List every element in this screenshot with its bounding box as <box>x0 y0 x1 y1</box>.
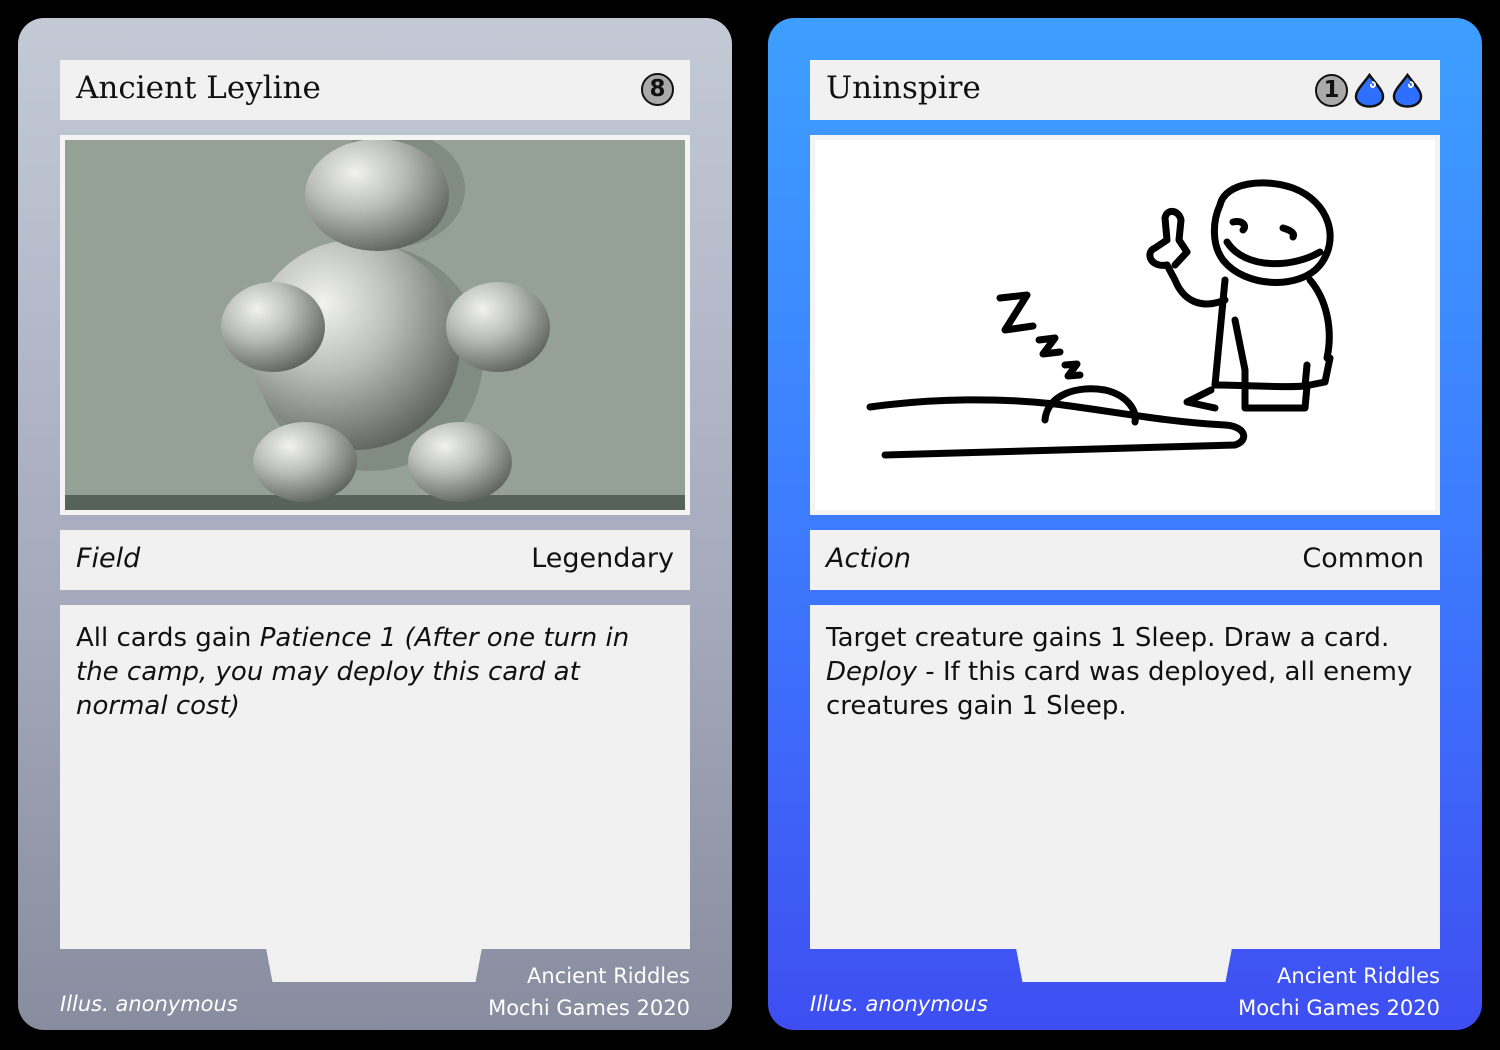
publisher: Mochi Games 2020 <box>488 996 690 1020</box>
card-type: Action <box>826 543 912 574</box>
set-info: Ancient Riddles Mochi Games 2020 <box>1238 960 1440 1024</box>
blob-creature-illustration <box>65 140 685 510</box>
water-drop-icon <box>1354 73 1385 108</box>
cost: 1 <box>1315 73 1424 108</box>
card-title: Uninspire <box>826 70 981 106</box>
publisher: Mochi Games 2020 <box>1238 996 1440 1020</box>
rules-text: Target creature gains 1 Sleep. Draw a ca… <box>826 621 1426 723</box>
cost: 8 <box>641 73 674 106</box>
rules-plain: All cards gain <box>76 623 260 653</box>
rules-text-box: All cards gain Patience 1 (After one tur… <box>60 605 690 949</box>
card-rarity: Common <box>1302 543 1424 574</box>
card-art <box>60 135 690 515</box>
set-name: Ancient Riddles <box>1277 964 1440 988</box>
type-bar: Action Common <box>810 530 1440 590</box>
card-frame: Uninspire 1 Action Common Target creatur… <box>768 18 1482 1030</box>
card-art <box>810 135 1440 515</box>
rules-text-box: Target creature gains 1 Sleep. Draw a ca… <box>810 605 1440 949</box>
rules-text: All cards gain Patience 1 (After one tur… <box>76 621 676 723</box>
card-uninspire[interactable]: Uninspire 1 Action Common Target creatur… <box>750 0 1500 1050</box>
text-box-tab <box>1016 948 1232 982</box>
card-type: Field <box>76 543 141 574</box>
text-box-tab <box>266 948 482 982</box>
title-bar: Uninspire 1 <box>810 60 1440 120</box>
card-frame: Ancient Leyline 8 Field Legendary All ca… <box>18 18 732 1030</box>
set-info: Ancient Riddles Mochi Games 2020 <box>488 960 690 1024</box>
type-bar: Field Legendary <box>60 530 690 590</box>
card-ancient-leyline[interactable]: Ancient Leyline 8 Field Legendary All ca… <box>0 0 750 1050</box>
rules-keyword-deploy: Deploy <box>826 657 918 687</box>
water-drop-icon <box>1392 73 1423 108</box>
rules-line-1: Target creature gains 1 Sleep. Draw a ca… <box>826 623 1390 653</box>
illustrator-credit: Illus. anonymous <box>60 992 238 1016</box>
generic-cost-icon: 8 <box>641 73 674 106</box>
set-name: Ancient Riddles <box>527 964 690 988</box>
card-rarity: Legendary <box>531 543 674 574</box>
sleeping-figure-doodle <box>815 140 1435 510</box>
generic-cost-icon: 1 <box>1315 74 1348 107</box>
illustrator-credit: Illus. anonymous <box>810 992 988 1016</box>
title-bar: Ancient Leyline 8 <box>60 60 690 120</box>
card-title: Ancient Leyline <box>76 70 321 106</box>
